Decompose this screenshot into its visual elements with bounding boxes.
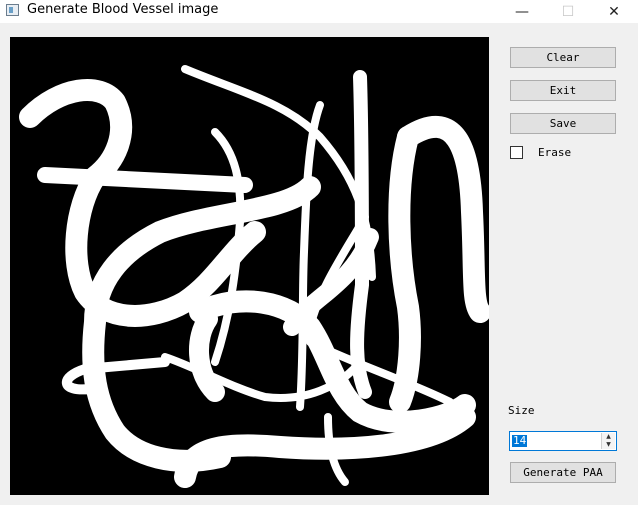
erase-checkbox[interactable] <box>510 146 523 159</box>
vessel-stroke <box>397 115 489 323</box>
save-button[interactable]: Save <box>510 113 616 134</box>
vessel-drawing <box>19 65 489 488</box>
spin-up-arrow-icon[interactable]: ▲ <box>601 433 615 441</box>
close-button[interactable]: ✕ <box>591 0 637 23</box>
erase-label: Erase <box>538 146 572 159</box>
exit-button[interactable]: Exit <box>510 80 616 101</box>
title-bar: Generate Blood Vessel image — ☐ ✕ <box>0 0 638 23</box>
size-value[interactable]: 14 <box>512 435 528 447</box>
drawing-canvas[interactable] <box>10 37 489 495</box>
vessel-stroke <box>388 126 421 413</box>
vessel-stroke <box>19 79 266 327</box>
spin-down-arrow-icon[interactable]: ▼ <box>601 441 615 449</box>
generate-paa-button[interactable]: Generate PAA <box>510 462 616 483</box>
minimize-button[interactable]: — <box>499 0 545 23</box>
size-spinbox[interactable]: 14 ▲ ▼ <box>509 431 617 451</box>
vessel-stroke <box>189 290 476 433</box>
vessel-stroke <box>80 357 170 374</box>
window-title: Generate Blood Vessel image <box>27 2 219 17</box>
clear-button[interactable]: Clear <box>510 47 616 68</box>
size-label: Size <box>508 404 535 417</box>
maximize-button[interactable]: ☐ <box>545 0 591 23</box>
vessel-stroke <box>37 167 253 193</box>
app-icon <box>6 4 19 16</box>
